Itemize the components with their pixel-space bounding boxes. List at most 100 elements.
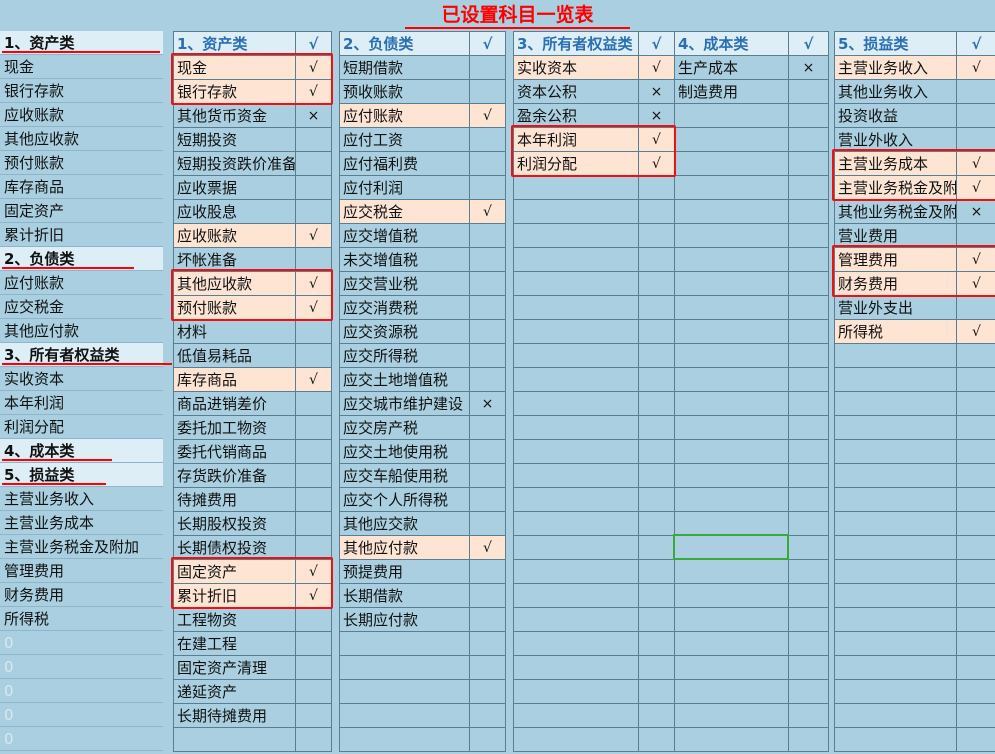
account-name-cell[interactable]: 递延资产 (173, 679, 296, 704)
mark-cell[interactable] (295, 511, 332, 536)
active-cell-selection[interactable] (673, 534, 789, 560)
account-name-cell[interactable]: 应交税金 (339, 199, 470, 224)
account-name-cell[interactable] (834, 559, 957, 584)
mark-cell[interactable] (638, 487, 675, 512)
account-name-cell[interactable] (513, 415, 639, 440)
mark-cell[interactable] (469, 55, 506, 80)
mark-cell[interactable] (788, 319, 829, 344)
account-name-cell[interactable]: 库存商品 (173, 367, 296, 392)
mark-cell[interactable] (469, 703, 506, 728)
account-name-cell[interactable]: 应收账款 (173, 223, 296, 248)
account-name-cell[interactable]: 其他应付款 (339, 535, 470, 560)
account-name-cell[interactable] (834, 655, 957, 680)
account-name-cell[interactable] (674, 631, 789, 656)
check-mark-cell[interactable]: √ (469, 103, 506, 128)
account-name-cell[interactable]: 营业费用 (834, 223, 957, 248)
mark-cell[interactable] (469, 367, 506, 392)
account-name-cell[interactable]: 存货跌价准备 (173, 463, 296, 488)
mark-cell[interactable] (295, 415, 332, 440)
account-name-cell[interactable]: 应收股息 (173, 199, 296, 224)
mark-cell[interactable] (956, 295, 995, 320)
mark-cell[interactable] (788, 271, 829, 296)
mark-cell[interactable] (295, 487, 332, 512)
account-name-cell[interactable]: 盈余公积 (513, 103, 639, 128)
account-name-cell[interactable] (513, 367, 639, 392)
mark-cell[interactable] (788, 655, 829, 680)
account-name-cell[interactable]: 固定资产清理 (173, 655, 296, 680)
mark-cell[interactable] (638, 439, 675, 464)
account-name-cell[interactable] (513, 295, 639, 320)
account-name-cell[interactable]: 资本公积 (513, 79, 639, 104)
mark-cell[interactable] (638, 655, 675, 680)
mark-cell[interactable] (295, 247, 332, 272)
account-name-cell[interactable]: 长期待摊费用 (173, 703, 296, 728)
account-name-cell[interactable] (339, 679, 470, 704)
account-name-cell[interactable]: 应付福利费 (339, 151, 470, 176)
account-name-cell[interactable]: 其他货币资金 (173, 103, 296, 128)
mark-cell[interactable] (788, 583, 829, 608)
account-name-cell[interactable]: 营业外收入 (834, 127, 957, 152)
mark-cell[interactable] (788, 703, 829, 728)
cross-mark-cell[interactable]: × (956, 199, 995, 224)
account-name-cell[interactable] (674, 127, 789, 152)
check-mark-cell[interactable]: √ (295, 223, 332, 248)
mark-cell[interactable] (956, 703, 995, 728)
account-name-cell[interactable]: 长期借款 (339, 583, 470, 608)
account-name-cell[interactable]: 应交增值税 (339, 223, 470, 248)
account-name-cell[interactable] (513, 391, 639, 416)
mark-cell[interactable] (956, 103, 995, 128)
mark-cell[interactable] (638, 391, 675, 416)
account-name-cell[interactable]: 低值易耗品 (173, 343, 296, 368)
account-name-cell[interactable]: 其他业务收入 (834, 79, 957, 104)
account-name-cell[interactable] (339, 727, 470, 752)
mark-cell[interactable] (295, 703, 332, 728)
mark-cell[interactable] (956, 631, 995, 656)
account-name-cell[interactable]: 应交营业税 (339, 271, 470, 296)
account-name-cell[interactable] (173, 727, 296, 752)
mark-cell[interactable] (295, 175, 332, 200)
mark-cell[interactable] (469, 223, 506, 248)
mark-cell[interactable] (956, 535, 995, 560)
account-name-cell[interactable] (674, 727, 789, 752)
mark-cell[interactable] (469, 175, 506, 200)
mark-cell[interactable] (295, 391, 332, 416)
mark-cell[interactable] (469, 343, 506, 368)
account-name-cell[interactable] (674, 151, 789, 176)
mark-cell[interactable] (638, 631, 675, 656)
account-name-cell[interactable] (674, 679, 789, 704)
account-name-cell[interactable] (674, 343, 789, 368)
mark-cell[interactable] (638, 295, 675, 320)
mark-cell[interactable] (956, 607, 995, 632)
mark-cell[interactable] (956, 367, 995, 392)
account-name-cell[interactable]: 委托加工物资 (173, 415, 296, 440)
account-name-cell[interactable]: 应付利润 (339, 175, 470, 200)
mark-cell[interactable] (788, 343, 829, 368)
account-name-cell[interactable] (674, 223, 789, 248)
account-name-cell[interactable]: 预收账款 (339, 79, 470, 104)
mark-cell[interactable] (788, 535, 829, 560)
mark-cell[interactable] (638, 223, 675, 248)
account-name-cell[interactable]: 生产成本 (674, 55, 789, 80)
check-mark-cell[interactable]: √ (956, 55, 995, 80)
account-name-cell[interactable] (674, 463, 789, 488)
mark-cell[interactable] (956, 463, 995, 488)
mark-cell[interactable] (295, 151, 332, 176)
account-name-cell[interactable] (834, 487, 957, 512)
mark-cell[interactable] (469, 319, 506, 344)
account-name-cell[interactable] (674, 703, 789, 728)
mark-cell[interactable] (469, 151, 506, 176)
account-name-cell[interactable] (513, 631, 639, 656)
account-name-cell[interactable]: 商品进销差价 (173, 391, 296, 416)
account-name-cell[interactable] (513, 535, 639, 560)
account-name-cell[interactable] (834, 607, 957, 632)
account-name-cell[interactable] (513, 463, 639, 488)
mark-cell[interactable] (956, 79, 995, 104)
account-name-cell[interactable] (674, 175, 789, 200)
account-name-cell[interactable]: 应付账款 (339, 103, 470, 128)
mark-cell[interactable] (638, 535, 675, 560)
mark-cell[interactable] (469, 295, 506, 320)
account-name-cell[interactable]: 营业外支出 (834, 295, 957, 320)
mark-cell[interactable] (295, 199, 332, 224)
mark-cell[interactable] (469, 439, 506, 464)
account-name-cell[interactable]: 应交资源税 (339, 319, 470, 344)
